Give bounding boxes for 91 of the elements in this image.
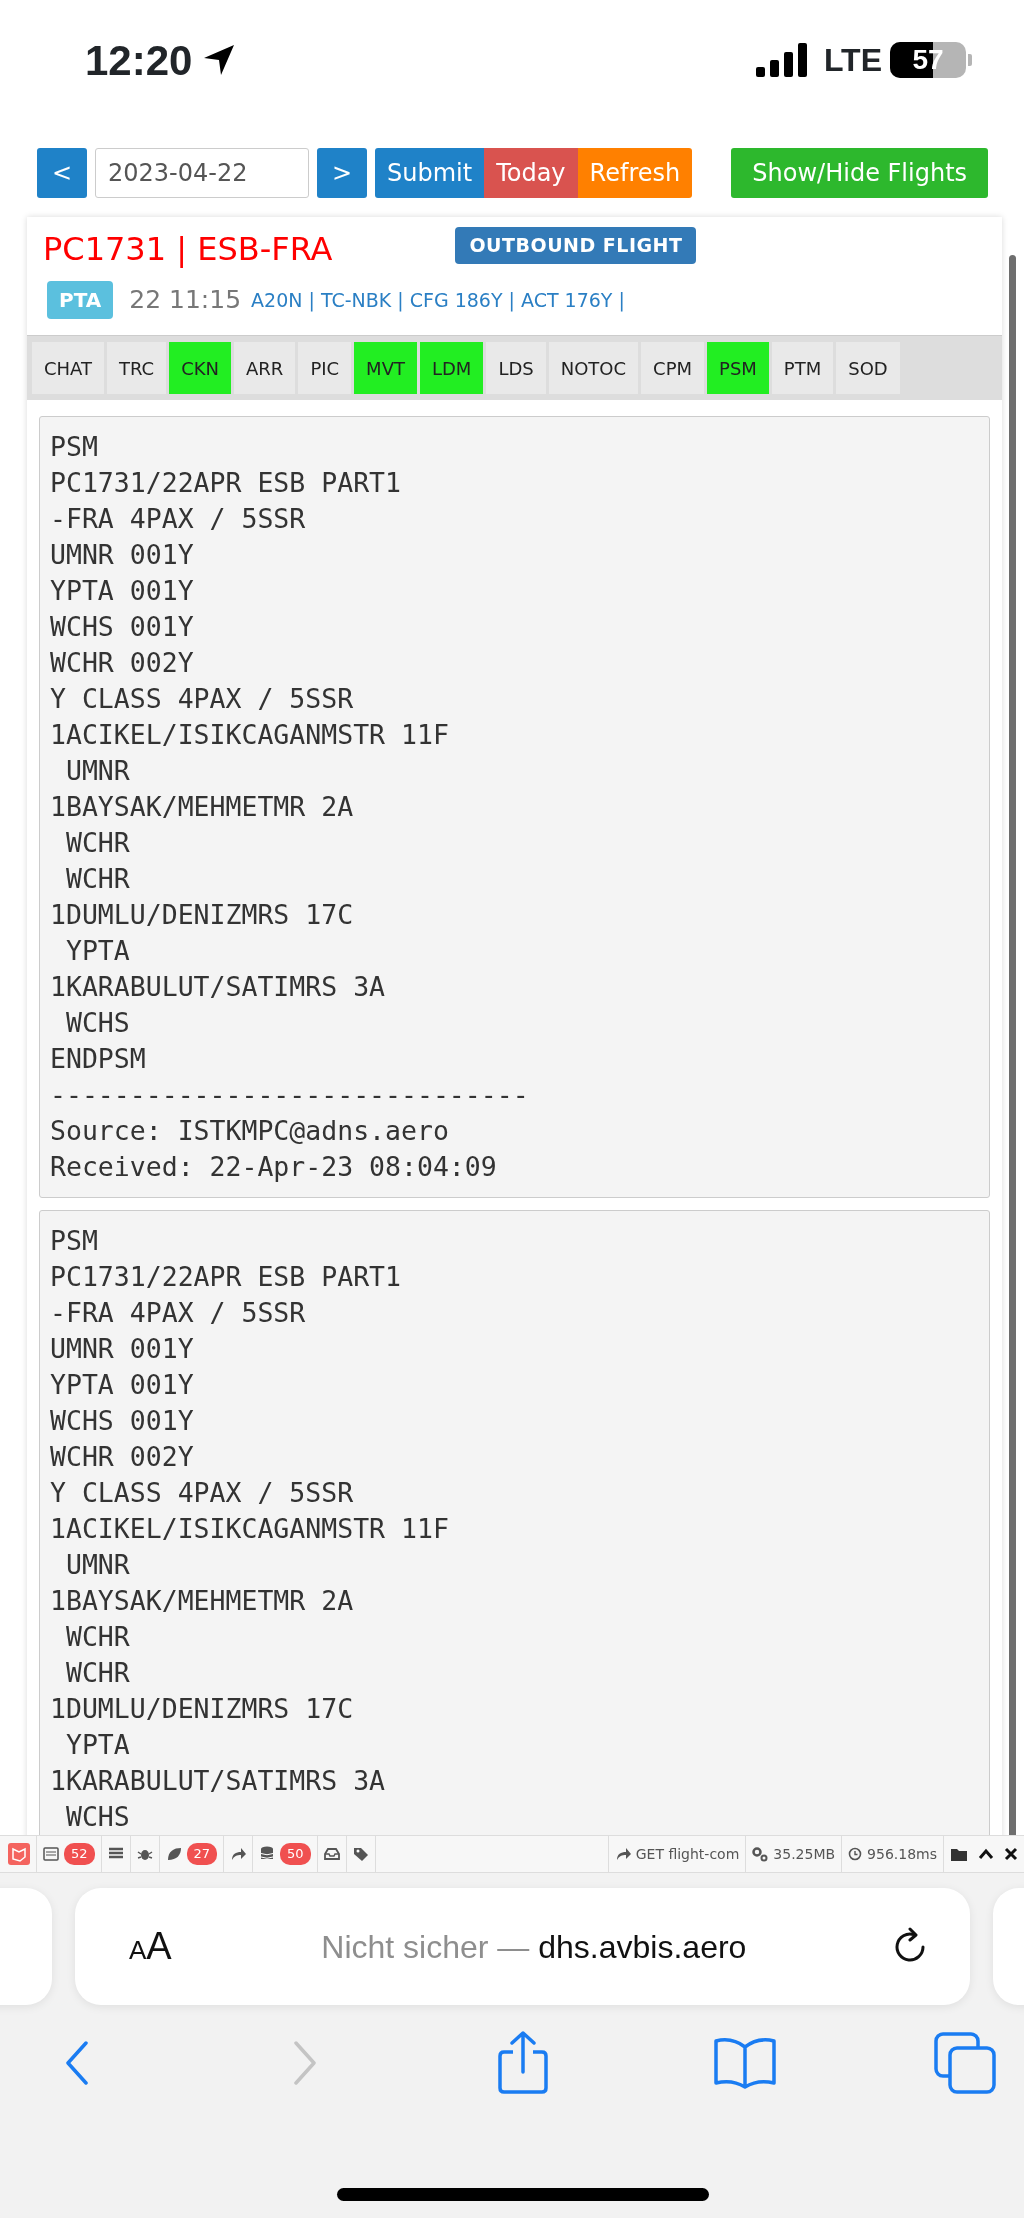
message-line: Y CLASS 4PAX / 5SSR bbox=[50, 1476, 355, 1510]
message-tab[interactable]: PTM bbox=[771, 342, 834, 394]
network-type: LTE bbox=[823, 41, 882, 80]
logo-icon bbox=[8, 1843, 30, 1865]
message-line: PC1731/22APR ESB PART1 bbox=[50, 1260, 402, 1294]
message-line: 1KARABULUT/SATIMRS 3A bbox=[50, 970, 387, 1004]
previous-button[interactable]: < bbox=[37, 148, 87, 198]
close-icon[interactable] bbox=[1004, 1847, 1018, 1861]
message-line: UMNR 001Y bbox=[50, 538, 195, 572]
action-button[interactable]: Submit bbox=[375, 148, 485, 198]
message-tab[interactable]: SOD bbox=[836, 342, 900, 394]
next-button[interactable]: > bbox=[317, 148, 367, 198]
message-line: 1BAYSAK/MEHMETMR 2A bbox=[50, 1584, 355, 1618]
inbox-icon[interactable] bbox=[323, 1846, 340, 1862]
message-tab[interactable]: CKN bbox=[169, 342, 232, 394]
message-line: PSM bbox=[50, 430, 99, 464]
message-line: -FRA 4PAX / 5SSR bbox=[50, 1296, 307, 1330]
clock-time: 12:20 bbox=[85, 35, 193, 86]
message-line: UMNR bbox=[64, 1548, 131, 1582]
leaf-icon[interactable] bbox=[165, 1846, 182, 1862]
message-tab[interactable]: TRC bbox=[107, 342, 167, 394]
share-icon[interactable] bbox=[496, 2030, 550, 2096]
message-tab[interactable]: CPM bbox=[641, 342, 705, 394]
message-line: Source: ISTKMPC@adns.aero bbox=[50, 1114, 450, 1148]
message-line: PSM bbox=[50, 1224, 99, 1258]
message-line: YPTA 001Y bbox=[50, 574, 195, 608]
message-line: -FRA 4PAX / 5SSR bbox=[50, 502, 307, 536]
message-tab[interactable]: PIC bbox=[298, 342, 352, 394]
flight-title: PC1731 | ESB-FRA bbox=[43, 229, 333, 270]
address-bar[interactable]: AA Nicht sicher — dhs.avbis.aero bbox=[75, 1888, 970, 2005]
address-text: Nicht sicher — dhs.avbis.aero bbox=[320, 1927, 748, 1967]
database-icon[interactable] bbox=[259, 1846, 276, 1862]
direction-badge: OUTBOUND FLIGHT bbox=[455, 227, 697, 264]
message-line: WCHR bbox=[64, 1620, 131, 1654]
message-line: UMNR 001Y bbox=[50, 1332, 195, 1366]
message-tab[interactable]: MVT bbox=[354, 342, 417, 394]
message-line: YPTA bbox=[64, 934, 131, 968]
duration-text: 956.18ms bbox=[867, 1844, 937, 1864]
message-line: YPTA bbox=[64, 1728, 131, 1762]
tag-icon[interactable] bbox=[352, 1846, 369, 1862]
share-arrow-icon[interactable] bbox=[230, 1846, 247, 1862]
flight-details: A20N | TC-NBK | CFG 186Y | ACT 176Y | bbox=[251, 287, 625, 314]
book-icon[interactable] bbox=[712, 2035, 778, 2091]
message-tab[interactable]: CHAT bbox=[32, 342, 104, 394]
message-line: 1ACIKEL/ISIKCAGANMSTR 11F bbox=[50, 718, 450, 752]
message-line: WCHR 002Y bbox=[50, 1440, 195, 1474]
message-line: WCHS 001Y bbox=[50, 1404, 195, 1438]
gears-icon bbox=[752, 1846, 769, 1862]
message-line: WCHS 001Y bbox=[50, 610, 195, 644]
folder-icon[interactable] bbox=[950, 1846, 968, 1862]
back-icon[interactable] bbox=[65, 2041, 89, 2085]
message-line: 1DUMLU/DENIZMRS 17C bbox=[50, 1692, 355, 1726]
message-tab[interactable]: LDM bbox=[419, 342, 484, 394]
message-line: WCHR bbox=[64, 826, 131, 860]
flight-time: 22 11:15 bbox=[129, 284, 242, 317]
message-line: WCHR 002Y bbox=[50, 646, 195, 680]
message-line: WCHS bbox=[64, 1006, 131, 1040]
message-line: 1BAYSAK/MEHMETMR 2A bbox=[50, 790, 355, 824]
tabs-icon[interactable] bbox=[934, 2032, 996, 2094]
message-line: ENDPSM bbox=[50, 1042, 147, 1076]
message-line: 1DUMLU/DENIZMRS 17C bbox=[50, 898, 355, 932]
route-text: GET flight-com bbox=[635, 1844, 740, 1864]
action-button[interactable]: Today bbox=[484, 148, 578, 198]
message-line: 1ACIKEL/ISIKCAGANMSTR 11F bbox=[50, 1512, 450, 1546]
signal-icon bbox=[755, 43, 808, 77]
memory-text: 35.25MB bbox=[773, 1844, 836, 1864]
clock-icon bbox=[848, 1847, 863, 1861]
message-line: UMNR bbox=[64, 754, 131, 788]
message-line: PC1731/22APR ESB PART1 bbox=[50, 466, 402, 500]
message-line: YPTA 001Y bbox=[50, 1368, 195, 1402]
caret-up-icon[interactable] bbox=[978, 1848, 994, 1860]
message-line: WCHR bbox=[64, 862, 131, 896]
date-field[interactable]: 2023-04-22 bbox=[95, 148, 309, 198]
message-line: WCHS bbox=[64, 1800, 131, 1834]
message-tab[interactable]: LDS bbox=[486, 342, 546, 394]
message-tab[interactable]: PSM bbox=[707, 342, 769, 394]
count-badge: 27 bbox=[186, 1843, 218, 1865]
message-tab[interactable]: NOTOC bbox=[548, 342, 639, 394]
message-line: 1KARABULUT/SATIMRS 3A bbox=[50, 1764, 387, 1798]
message-line: Received: 22-Apr-23 08:04:09 bbox=[50, 1150, 498, 1184]
time-label-badge: PTA bbox=[47, 281, 114, 319]
message-line: Y CLASS 4PAX / 5SSR bbox=[50, 682, 355, 716]
count-badge: 50 bbox=[280, 1843, 311, 1865]
message-line: WCHR bbox=[64, 1656, 131, 1690]
message-tab[interactable]: ARR bbox=[234, 342, 296, 394]
message-line: ------------------------------ bbox=[50, 1078, 530, 1112]
share-arrow-icon bbox=[614, 1846, 631, 1862]
messages-icon[interactable] bbox=[43, 1846, 59, 1862]
text-size-button[interactable]: AA bbox=[123, 1917, 178, 1976]
count-badge: 52 bbox=[64, 1843, 95, 1865]
location-arrow-icon bbox=[202, 43, 237, 77]
